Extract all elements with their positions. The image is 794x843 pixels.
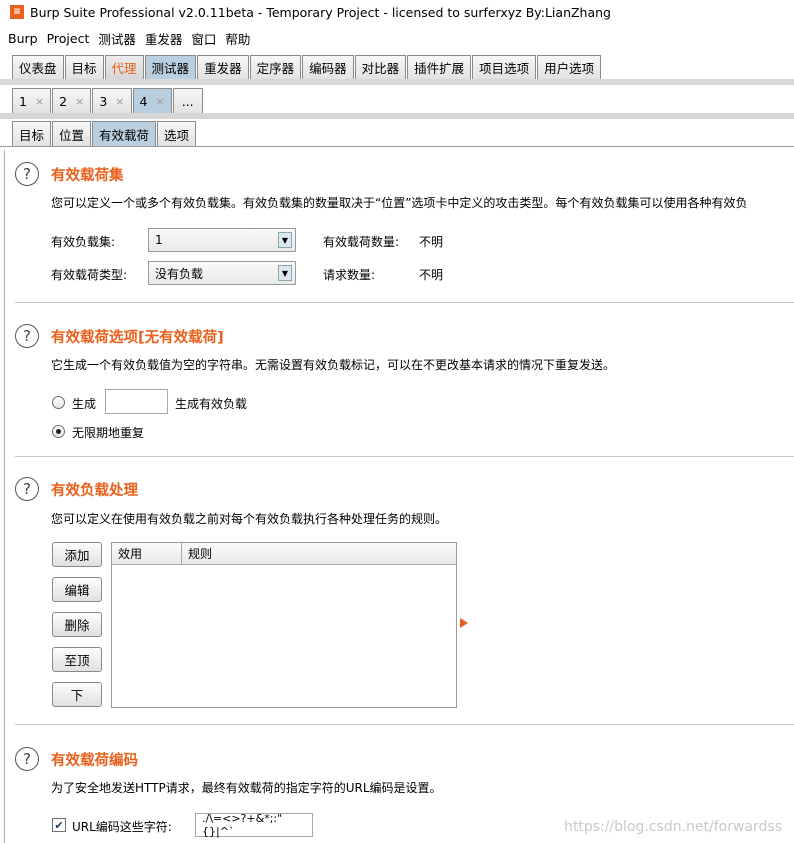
tab-user-options[interactable]: 用户选项 xyxy=(537,55,602,79)
payload-type-label: 有效载荷类型: xyxy=(51,268,128,282)
column-enabled[interactable]: 效用 xyxy=(112,543,182,564)
section-title-payload-encoding: 有效载荷编码 xyxy=(51,753,138,769)
section-divider xyxy=(15,724,794,725)
sub-tabs: 目标 位置 有效载荷 选项 xyxy=(12,121,197,146)
attack-tab-3[interactable]: 3 × xyxy=(92,88,132,113)
request-count-label: 请求数量: xyxy=(323,268,376,282)
payload-set-label: 有效负载集: xyxy=(51,235,116,249)
menu-project[interactable]: Project xyxy=(47,31,90,46)
tab-sequencer[interactable]: 定序器 xyxy=(249,55,302,79)
attack-tab-4[interactable]: 4 × xyxy=(132,88,172,113)
edit-rule-button[interactable]: 编辑 xyxy=(52,577,102,602)
help-icon[interactable]: ? xyxy=(15,162,39,186)
menu-window[interactable]: 窗口 xyxy=(191,29,216,48)
main-tab-strip xyxy=(0,79,794,85)
close-icon[interactable]: × xyxy=(115,95,124,108)
payload-type-select[interactable]: 没有负载 ▼ xyxy=(148,261,296,285)
url-encode-checkbox[interactable]: ✔ xyxy=(52,818,66,832)
tab-payloads[interactable]: 有效载荷 xyxy=(92,121,157,146)
move-up-button[interactable]: 至顶 xyxy=(52,647,102,672)
tab-repeater[interactable]: 重发器 xyxy=(197,55,249,79)
repeat-indefinitely-label: 无限期地重复 xyxy=(72,426,145,440)
section-divider xyxy=(15,302,794,303)
expand-arrow-icon[interactable] xyxy=(460,618,468,628)
add-rule-button[interactable]: 添加 xyxy=(52,542,102,567)
help-icon[interactable]: ? xyxy=(15,477,39,501)
column-rule[interactable]: 规则 xyxy=(182,543,456,564)
payload-set-select[interactable]: 1 ▼ xyxy=(148,228,296,252)
payload-type-value: 没有负载 xyxy=(155,266,204,281)
generate-suffix: 生成有效负载 xyxy=(175,397,248,411)
tab-project-options[interactable]: 项目选项 xyxy=(472,55,537,79)
tab-extender[interactable]: 插件扩展 xyxy=(407,55,472,79)
menu-repeater[interactable]: 重发器 xyxy=(145,29,183,48)
tab-intruder[interactable]: 测试器 xyxy=(144,55,197,79)
payload-count-label: 有效载荷数量: xyxy=(323,235,400,249)
payload-encoding-description: 为了安全地发送HTTP请求，最终有效载荷的指定字符的URL编码是设置。 xyxy=(51,781,442,795)
payload-processing-description: 您可以定义在使用有效负载之前对每个有效负载执行各种处理任务的规则。 xyxy=(51,512,448,526)
generate-label: 生成 xyxy=(72,397,97,411)
payload-options-description: 它生成一个有效负载值为空的字符串。无需设置有效负载标记，可以在不更改基本请求的情… xyxy=(51,358,616,372)
payload-set-value: 1 xyxy=(155,233,163,247)
section-divider xyxy=(15,456,794,457)
close-icon[interactable]: × xyxy=(155,95,164,108)
attack-tab-label: 2 xyxy=(59,93,68,109)
help-icon[interactable]: ? xyxy=(15,747,39,771)
generate-count-input[interactable] xyxy=(105,389,168,414)
section-title-payload-sets: 有效载荷集 xyxy=(51,168,124,184)
tab-decoder[interactable]: 编码器 xyxy=(302,55,354,79)
attack-tab-label: 3 xyxy=(99,93,108,109)
payload-sets-description: 您可以定义一个或多个有效负载集。有效负载集的数量取决于“位置”选项卡中定义的攻击… xyxy=(51,196,748,210)
sub-tab-divider xyxy=(0,146,794,147)
tab-proxy[interactable]: 代理 xyxy=(104,55,144,79)
help-icon[interactable]: ? xyxy=(15,324,39,348)
generate-radio[interactable] xyxy=(52,396,65,409)
burp-window: ≡ Burp Suite Professional v2.0.11beta - … xyxy=(0,0,794,843)
menu-intruder[interactable]: 测试器 xyxy=(98,29,136,48)
tab-target[interactable]: 目标 xyxy=(64,55,104,79)
move-down-button[interactable]: 下 xyxy=(52,682,102,707)
repeat-indefinitely-radio[interactable] xyxy=(52,425,65,438)
url-encode-chars-input[interactable]: ./\=<>?+&*;:"{}|^` xyxy=(195,812,313,838)
section-title-payload-processing: 有效负载处理 xyxy=(51,483,138,499)
section-title-payload-options: 有效载荷选项[无有效载荷] xyxy=(51,330,224,346)
new-attack-tab[interactable]: ... xyxy=(172,88,203,113)
close-icon[interactable]: × xyxy=(75,95,84,108)
window-title: Burp Suite Professional v2.0.11beta - Te… xyxy=(30,4,611,20)
radio-selected-dot xyxy=(56,429,61,434)
chevron-down-icon: ▼ xyxy=(278,232,292,248)
close-icon[interactable]: × xyxy=(35,95,44,108)
request-count-value: 不明 xyxy=(419,268,444,282)
title-bar: ≡ Burp Suite Professional v2.0.11beta - … xyxy=(0,0,794,24)
payload-count-value: 不明 xyxy=(419,235,444,249)
burp-logo-icon: ≡ xyxy=(10,5,24,19)
tab-positions[interactable]: 位置 xyxy=(52,121,92,146)
processing-rules-table[interactable]: 效用 规则 xyxy=(111,542,457,708)
tab-target[interactable]: 目标 xyxy=(12,121,52,146)
url-encode-label: URL编码这些字符: xyxy=(72,820,172,834)
attack-tab-label: 4 xyxy=(139,93,148,109)
tab-options[interactable]: 选项 xyxy=(157,121,197,146)
table-header: 效用 规则 xyxy=(112,543,456,565)
attack-tab-strip xyxy=(0,113,794,119)
attack-tab-2[interactable]: 2 × xyxy=(52,88,92,113)
tab-dashboard[interactable]: 仪表盘 xyxy=(12,55,64,79)
chevron-down-icon: ▼ xyxy=(278,265,292,281)
payloads-panel: ? 有效载荷集 您可以定义一个或多个有效负载集。有效负载集的数量取决于“位置”选… xyxy=(4,150,794,843)
attack-tabs: 1 × 2 × 3 × 4 × ... xyxy=(12,88,204,113)
menu-bar: Burp Project 测试器 重发器 窗口 帮助 xyxy=(0,26,794,50)
watermark: https://blog.csdn.net/forwardss xyxy=(563,819,782,835)
menu-help[interactable]: 帮助 xyxy=(225,29,250,48)
tab-comparer[interactable]: 对比器 xyxy=(354,55,407,79)
attack-tab-1[interactable]: 1 × xyxy=(12,88,52,113)
remove-rule-button[interactable]: 删除 xyxy=(52,612,102,637)
main-tabs: 仪表盘 目标 代理 测试器 重发器 定序器 编码器 对比器 插件扩展 项目选项 … xyxy=(12,55,602,79)
attack-tab-label: 1 xyxy=(19,93,27,109)
menu-burp[interactable]: Burp xyxy=(8,31,38,46)
